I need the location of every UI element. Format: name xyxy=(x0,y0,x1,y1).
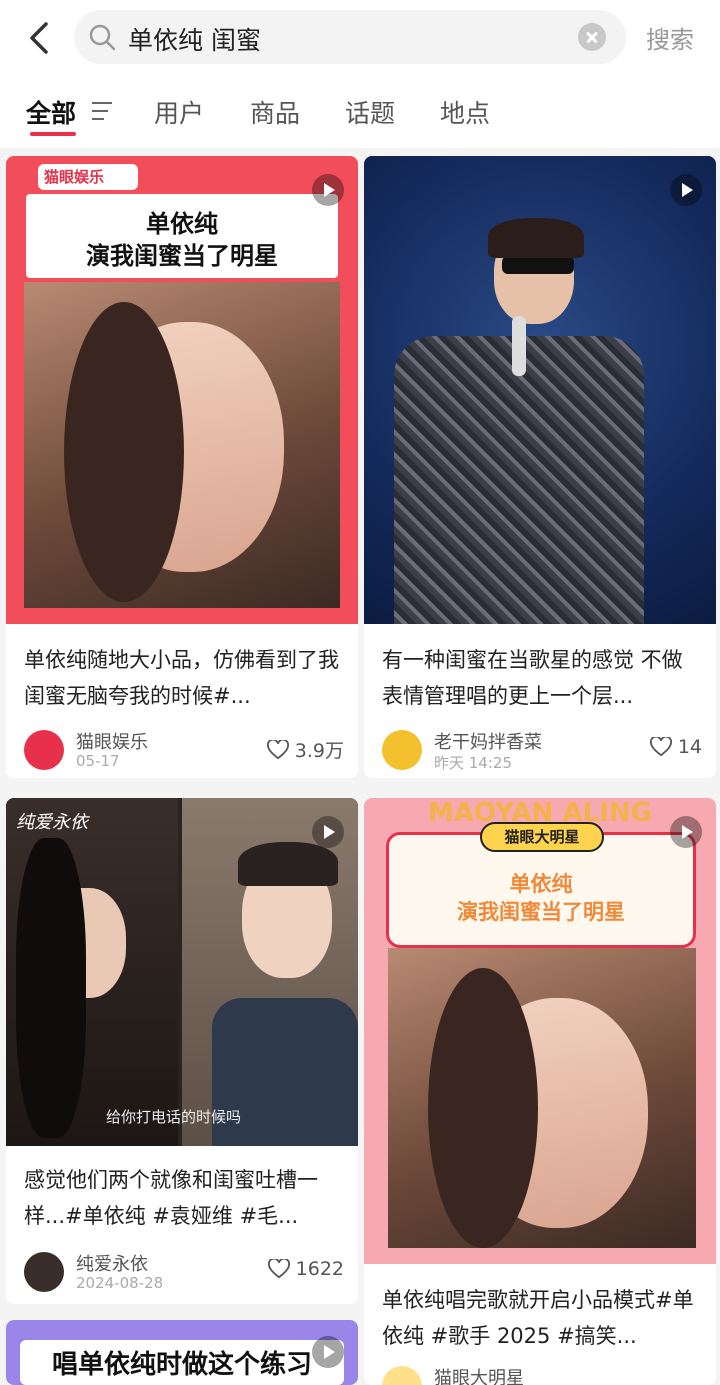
play-icon xyxy=(670,174,702,206)
channel-badge: 猫眼娱乐 xyxy=(44,168,105,186)
author-name[interactable]: 纯爱永依 xyxy=(76,1250,148,1276)
avatar[interactable] xyxy=(24,1252,64,1292)
post-card[interactable]: 纯爱永依 给你打电话的时候吗 感觉他们两个就像和闺蜜吐槽一样...#单依纯 #袁… xyxy=(6,798,358,1304)
post-date: 05-17 xyxy=(76,752,120,770)
tab-all[interactable]: 全部 xyxy=(26,94,76,130)
clear-icon[interactable] xyxy=(578,23,606,51)
author-name[interactable]: 猫眼大明星 xyxy=(434,1364,524,1385)
like-count[interactable]: 3.9万 xyxy=(266,736,344,763)
tab-topics[interactable]: 话题 xyxy=(345,94,395,130)
results-grid: 猫眼娱乐 单依纯 演我闺蜜当了明星 单依纯随地大小品，仿佛看到了我闺蜜无脑夸我的… xyxy=(0,148,720,1385)
heart-icon xyxy=(649,737,672,757)
active-tab-indicator xyxy=(30,132,76,136)
author-name[interactable]: 猫眼娱乐 xyxy=(76,728,148,754)
heart-icon xyxy=(266,739,289,759)
play-icon xyxy=(312,174,344,206)
play-icon xyxy=(312,1336,344,1368)
filter-icon[interactable] xyxy=(92,102,112,120)
filter-tabs: 全部 用户 商品 话题 地点 xyxy=(0,76,720,148)
post-title: 感觉他们两个就像和闺蜜吐槽一样...#单依纯 #袁娅维 #毛... xyxy=(24,1168,318,1228)
post-thumbnail[interactable]: MAOYAN ALING 猫眼大明星 单依纯 演我闺蜜当了明星 xyxy=(364,798,716,1264)
overlay-line1: 单依纯 xyxy=(146,210,218,238)
post-card[interactable]: MAOYAN ALING 猫眼大明星 单依纯 演我闺蜜当了明星 单依纯唱完歌就开… xyxy=(364,798,716,1385)
post-card[interactable]: 有一种闺蜜在当歌星的感觉 不做表情管理唱的更上一个层... 老干妈拌香菜 昨天 … xyxy=(364,156,716,778)
watermark: 纯爱永依 xyxy=(16,812,88,833)
overlay-line1: 单依纯 xyxy=(509,872,573,896)
heart-icon xyxy=(267,1259,290,1279)
avatar[interactable] xyxy=(24,730,64,770)
back-arrow-icon[interactable] xyxy=(22,18,58,58)
photo xyxy=(388,948,696,1248)
post-date: 2024-08-28 xyxy=(76,1274,164,1292)
photo xyxy=(6,798,178,1146)
photo xyxy=(182,798,358,1146)
post-card[interactable]: 猫眼娱乐 单依纯 演我闺蜜当了明星 单依纯随地大小品，仿佛看到了我闺蜜无脑夸我的… xyxy=(6,156,358,778)
overlay-text: 唱单依纯时做这个练习 xyxy=(51,1350,312,1380)
post-title: 单依纯唱完歌就开启小品模式#单依纯 #歌手 2025 #搞笑... xyxy=(382,1288,694,1348)
tab-users[interactable]: 用户 xyxy=(154,94,204,130)
overlay-line2: 演我闺蜜当了明星 xyxy=(457,900,625,924)
search-query: 单依纯 闺蜜 xyxy=(128,26,261,55)
post-author: 猫眼大明星 xyxy=(382,1364,702,1385)
video-subtitle: 给你打电话的时候吗 xyxy=(106,1108,242,1126)
author-name[interactable]: 老干妈拌香菜 xyxy=(434,728,542,754)
tab-products[interactable]: 商品 xyxy=(250,94,300,130)
post-card[interactable]: 唱单依纯时做这个练习 xyxy=(6,1320,358,1385)
post-author: 猫眼娱乐 05-17 3.9万 xyxy=(24,728,344,772)
post-thumbnail[interactable]: 唱单依纯时做这个练习 xyxy=(6,1320,358,1385)
play-icon xyxy=(312,816,344,848)
tab-places[interactable]: 地点 xyxy=(440,94,490,130)
search-icon xyxy=(89,24,116,51)
top-bar: 单依纯 闺蜜 搜索 xyxy=(0,0,720,76)
post-author: 老干妈拌香菜 昨天 14:25 14 xyxy=(382,728,702,772)
channel-badge: 猫眼大明星 xyxy=(504,828,580,846)
post-thumbnail[interactable]: 猫眼娱乐 单依纯 演我闺蜜当了明星 xyxy=(6,156,358,624)
play-icon xyxy=(670,816,702,848)
post-thumbnail[interactable]: 纯爱永依 给你打电话的时候吗 xyxy=(6,798,358,1146)
post-author: 纯爱永依 2024-08-28 1622 xyxy=(24,1250,344,1294)
like-count[interactable]: 14 xyxy=(649,736,702,758)
search-button[interactable]: 搜索 xyxy=(646,20,694,55)
post-date: 昨天 14:25 xyxy=(434,754,512,772)
post-title: 有一种闺蜜在当歌星的感觉 不做表情管理唱的更上一个层... xyxy=(382,648,683,708)
post-title: 单依纯随地大小品，仿佛看到了我闺蜜无脑夸我的时候#... xyxy=(24,648,339,708)
like-count[interactable]: 1622 xyxy=(267,1258,344,1280)
photo xyxy=(24,282,340,608)
avatar[interactable] xyxy=(382,730,422,770)
avatar[interactable] xyxy=(382,1366,422,1385)
post-thumbnail[interactable] xyxy=(364,156,716,624)
overlay-line2: 演我闺蜜当了明星 xyxy=(86,242,278,270)
search-input[interactable]: 单依纯 闺蜜 xyxy=(74,10,626,64)
